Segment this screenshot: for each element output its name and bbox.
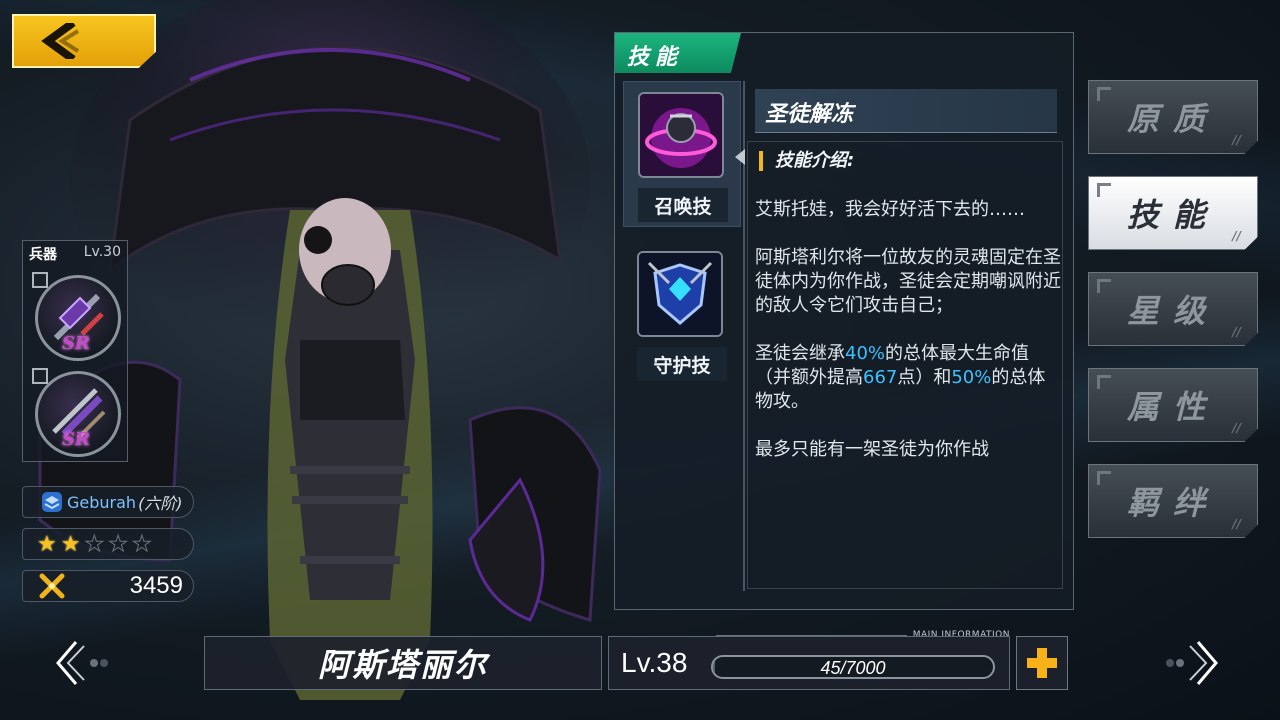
highlight-value: 40% [845,343,886,364]
text-span: 圣徒会继承 [755,343,845,364]
level-bar: Lv.38 45/7000 [608,636,1010,690]
tab-bond-label: 羁绊 [1126,484,1219,522]
skill-para-2: 圣徒会继承40%的总体最大生命值（并额外提高667点）和50%的总体物攻。 [755,342,1061,414]
corner-mark-icon [1097,87,1111,101]
skill-title: 圣徒解冻 [755,89,1057,133]
next-character-button[interactable] [1160,636,1224,690]
crossed-swords-icon [39,573,65,599]
corner-mark-icon [1097,375,1111,389]
weapon-header: 兵器 Lv.30 [23,241,127,267]
star-empty-icon: ★ [131,531,152,557]
double-chevron-right-icon [1166,641,1218,685]
rank-name: Geburah [67,492,137,512]
corner-mark-icon [1097,183,1111,197]
star-empty-icon: ★ [108,531,129,557]
tab-star-label: 星级 [1126,292,1219,330]
skill-para-3: 最多只能有一架圣徒为你作战 [755,439,989,460]
star-empty-icon: ★ [84,531,105,557]
back-button[interactable] [12,14,156,68]
weapon-level: Lv.30 [83,244,121,260]
skill-quote: 艾斯托娃，我会好好活下去的…… [755,199,1025,220]
slash-mark-icon: // [1232,325,1241,339]
weapon-slot-2[interactable]: SR [32,368,121,457]
tab-attribute[interactable]: 属性 // [1088,368,1258,442]
slash-mark-icon: // [1232,133,1241,147]
skill-item-summon[interactable]: 召唤技 [623,81,741,227]
tab-skill-label: 技能 [1126,196,1219,234]
exp-text: 45/7000 [820,658,886,678]
plus-icon [1027,648,1057,678]
tab-star[interactable]: 星级 // [1088,272,1258,346]
combat-power-value: 3459 [129,572,183,599]
slash-mark-icon: // [1232,517,1241,531]
skill-description: 艾斯托娃，我会好好活下去的…… 阿斯塔利尔将一位故友的灵魂固定在圣徒体内为你作战… [755,198,1061,486]
selection-arrow-icon [735,149,745,165]
skill-para-1: 阿斯塔利尔将一位故友的灵魂固定在圣徒体内为你作战，圣徒会定期嘲讽附近的敌人令它们… [755,247,1061,316]
highlight-value: 667 [863,367,898,388]
character-name: 阿斯塔丽尔 [204,636,602,690]
rank-badge: Geburah (六阶) [22,486,194,518]
guard-skill-icon [637,251,723,337]
exp-progress: 45/7000 [711,655,995,679]
tab-attribute-label: 属性 [1126,388,1219,426]
skill-intro-heading: 技能介绍: [759,151,854,171]
rank-tier: (六阶) [138,494,183,513]
weapon-1-rarity: SR [62,333,90,354]
tab-origin[interactable]: 原质 // [1088,80,1258,154]
skill-name-summon: 召唤技 [638,188,728,222]
skill-panel-tab: 技能 [615,33,741,73]
level-up-button[interactable] [1016,636,1068,690]
slash-mark-icon: // [1232,421,1241,435]
weapon-label: 兵器 [29,247,57,263]
corner-mark-icon [1097,471,1111,485]
weapon-2-rarity: SR [62,429,90,450]
star-filled-icon: ★ [60,531,81,557]
text-span: 点）和 [897,367,952,388]
weapon-slot-1[interactable]: SR [32,272,121,361]
slash-mark-icon: // [1232,229,1241,243]
character-level: Lv.38 [621,647,688,678]
chevron-left-icon [41,23,80,59]
corner-mark-icon [1097,279,1111,293]
tab-skill[interactable]: 技能 // [1088,176,1258,250]
skill-name-guard: 守护技 [637,347,727,381]
star-filled-icon: ★ [37,531,57,557]
highlight-value: 50% [951,367,992,388]
skill-panel: 技能 召唤技 守护技 圣徒解冻 技能介绍: 艾斯托娃，我会好好活下去的…… 阿斯… [614,32,1074,610]
tab-origin-label: 原质 [1126,100,1219,138]
weapon-panel: 兵器 Lv.30 SR SR [22,240,128,462]
star-rating: ★ ★ ★ ★ ★ [22,528,194,560]
skill-item-guard[interactable]: 守护技 [623,241,741,387]
prev-character-button[interactable] [50,636,114,690]
double-chevron-left-icon [56,641,108,685]
tab-bond[interactable]: 羁绊 // [1088,464,1258,538]
summon-skill-icon [638,92,724,178]
layers-icon [42,492,62,512]
skill-list: 召唤技 守护技 [623,81,743,401]
combat-power: 3459 [22,570,194,602]
